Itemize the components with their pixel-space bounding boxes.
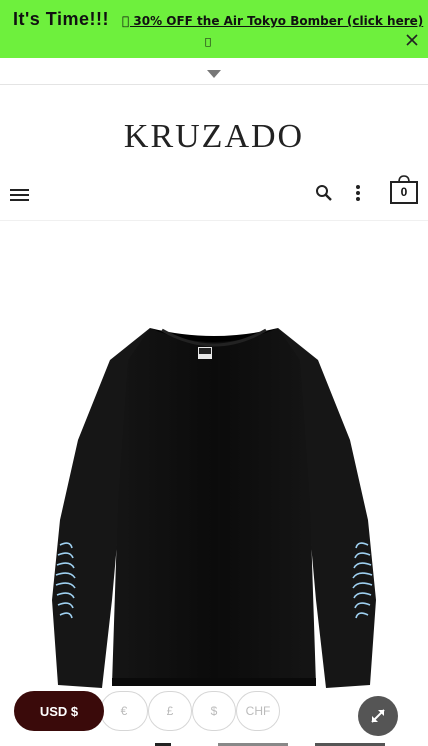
close-icon[interactable]	[404, 32, 420, 48]
search-icon[interactable]	[314, 183, 334, 203]
product-page: It's Time!!!   30% OFF the Air Tokyo Bom…	[0, 0, 428, 746]
currency-option-usd[interactable]: $	[192, 691, 236, 731]
caret-down-icon[interactable]	[206, 66, 222, 78]
cart-button[interactable]: 0	[389, 174, 419, 206]
site-logo[interactable]: KRUZADO	[0, 118, 428, 156]
currency-option-gbp[interactable]: £	[148, 691, 192, 731]
promo-banner: It's Time!!!   30% OFF the Air Tokyo Bom…	[0, 0, 428, 58]
currency-selected[interactable]: USD $	[14, 691, 104, 731]
currency-option-eur[interactable]: €	[100, 691, 148, 731]
promo-link[interactable]:   30% OFF the Air Tokyo Bomber (click he…	[122, 14, 423, 28]
product-image[interactable]	[0, 300, 428, 700]
zoom-button[interactable]	[358, 696, 398, 736]
divider	[0, 220, 428, 221]
hamburger-menu-icon[interactable]	[9, 186, 31, 204]
promo-title: It's Time!!!	[13, 9, 109, 29]
expand-icon	[371, 709, 385, 723]
divider	[0, 84, 428, 85]
currency-option-chf[interactable]: CHF	[236, 691, 280, 731]
vertical-dots-icon[interactable]	[352, 183, 364, 203]
promo-link-glyph[interactable]:  	[205, 37, 211, 48]
cart-count: 0	[400, 185, 408, 199]
